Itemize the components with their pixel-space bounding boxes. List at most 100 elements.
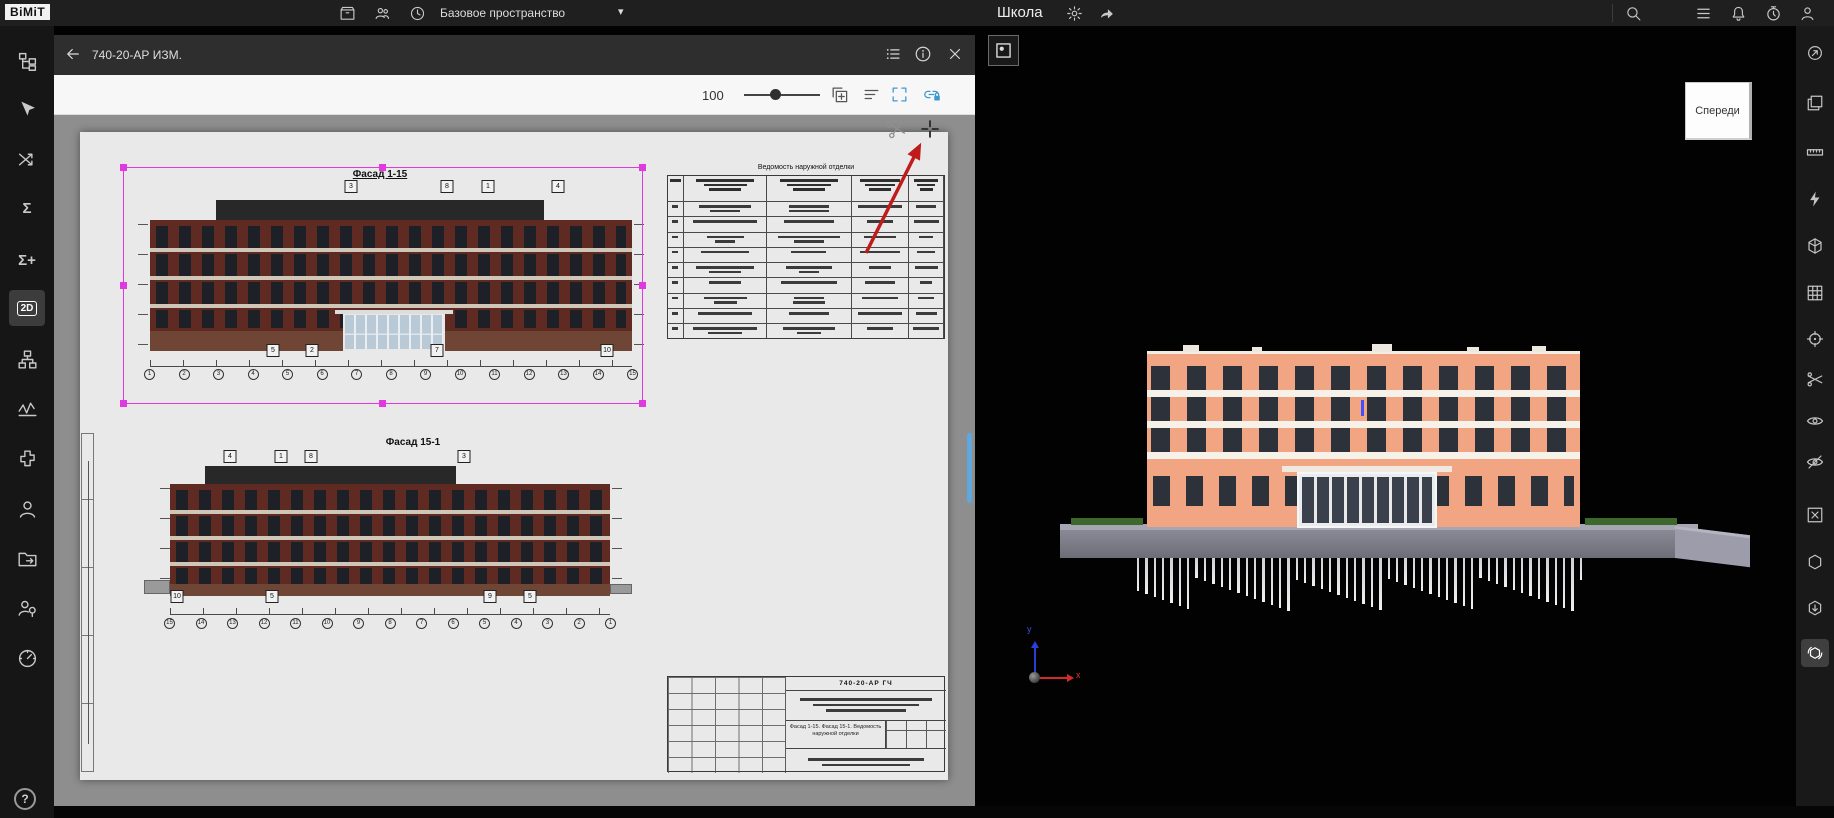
axis-bubble: 12 bbox=[524, 369, 535, 380]
facade-15-1-drawing[interactable] bbox=[170, 484, 610, 596]
back-arrow-icon[interactable] bbox=[64, 45, 84, 65]
selection-handle[interactable] bbox=[639, 164, 646, 171]
document-canvas[interactable]: Фасад 1-15 123456789101112131415 Ведомо bbox=[54, 115, 975, 808]
archive-icon[interactable] bbox=[337, 3, 357, 23]
view-cube-front-face[interactable]: Спереди bbox=[1685, 82, 1752, 140]
lightning-icon[interactable] bbox=[1801, 185, 1829, 213]
viewport-3d[interactable]: Спереди y x bbox=[975, 26, 1796, 818]
sheet-list-icon[interactable] bbox=[884, 45, 904, 65]
share-icon[interactable] bbox=[1096, 3, 1116, 23]
pile bbox=[1312, 558, 1314, 586]
add-overlay-icon[interactable] bbox=[830, 85, 850, 105]
title-block-code: 740-20-АР ГЧ bbox=[786, 677, 946, 691]
scissors-icon[interactable] bbox=[884, 117, 908, 141]
elevation-marks bbox=[160, 488, 170, 594]
tool-sum[interactable]: Σ bbox=[9, 190, 45, 226]
tool-model-tree[interactable] bbox=[9, 43, 45, 79]
finish-table[interactable]: Ведомость наружной отделки bbox=[667, 164, 945, 339]
orbit-icon[interactable] bbox=[1801, 39, 1829, 67]
selection-handle[interactable] bbox=[639, 282, 646, 289]
menu-list-icon[interactable] bbox=[1693, 3, 1713, 23]
tool-user[interactable] bbox=[9, 491, 45, 527]
section-cut-icon[interactable] bbox=[1801, 365, 1829, 393]
drawing-sheet[interactable]: Фасад 1-15 123456789101112131415 Ведомо bbox=[80, 132, 948, 780]
target-icon[interactable] bbox=[1801, 325, 1829, 353]
side-stamp-strip bbox=[81, 433, 94, 772]
cube-arrow-icon[interactable] bbox=[1801, 594, 1829, 622]
pile bbox=[1496, 558, 1498, 584]
tool-select-cursor[interactable] bbox=[9, 91, 45, 127]
export-folder-icon bbox=[17, 549, 38, 570]
pile bbox=[1371, 558, 1373, 607]
info-icon[interactable] bbox=[914, 45, 934, 65]
selection-handle[interactable] bbox=[120, 282, 127, 289]
foundation-slab-right[interactable] bbox=[1675, 526, 1750, 567]
window-row bbox=[1151, 366, 1576, 390]
tool-structure[interactable] bbox=[9, 341, 45, 377]
tool-series-chart[interactable] bbox=[9, 390, 45, 426]
zoom-slider[interactable] bbox=[744, 94, 820, 96]
history-icon[interactable] bbox=[407, 3, 427, 23]
fit-fullscreen-icon[interactable] bbox=[890, 85, 910, 105]
facade2-callout: 3 bbox=[458, 450, 471, 463]
capture-view-button[interactable] bbox=[988, 35, 1019, 66]
chevron-down-icon[interactable]: ▾ bbox=[618, 5, 624, 18]
tool-gauge[interactable] bbox=[9, 640, 45, 676]
cube-rotate-icon[interactable] bbox=[1801, 639, 1829, 667]
cube-outline-icon[interactable] bbox=[1801, 548, 1829, 576]
building-3d-model[interactable] bbox=[1147, 351, 1580, 527]
pile bbox=[1521, 558, 1523, 593]
document-title: 740-20-АР ИЗМ. bbox=[92, 48, 182, 62]
search-icon[interactable] bbox=[1623, 3, 1643, 23]
foundation-piles bbox=[1137, 558, 1589, 616]
finish-table-row bbox=[668, 202, 944, 217]
cube-3d-icon[interactable] bbox=[1801, 232, 1829, 260]
selection-handle[interactable] bbox=[120, 400, 127, 407]
roof-unit bbox=[1372, 344, 1392, 352]
eye-off-icon[interactable] bbox=[1801, 448, 1829, 476]
tool-export-folder[interactable] bbox=[9, 541, 45, 577]
settings-gear-icon[interactable] bbox=[1064, 3, 1084, 23]
notifications-bell-icon[interactable] bbox=[1728, 3, 1748, 23]
select-cursor-icon bbox=[17, 99, 38, 120]
layers-icon[interactable] bbox=[1801, 89, 1829, 117]
layers-lines-icon[interactable] bbox=[862, 85, 882, 105]
close-icon[interactable] bbox=[946, 45, 966, 65]
pile bbox=[1162, 558, 1164, 600]
ruler-icon[interactable] bbox=[1801, 138, 1829, 166]
tool-mode-2d[interactable]: 2D bbox=[9, 290, 45, 326]
workspace-selector[interactable]: Базовое пространство bbox=[440, 6, 565, 20]
finish-table-header bbox=[668, 176, 944, 202]
eye-icon[interactable] bbox=[1801, 407, 1829, 435]
grid-box-icon[interactable] bbox=[1801, 279, 1829, 307]
tool-user-location[interactable] bbox=[9, 590, 45, 626]
dimension-line bbox=[170, 608, 610, 615]
collaboration-icon[interactable] bbox=[372, 3, 392, 23]
facade2-title: Фасад 15-1 bbox=[363, 437, 463, 448]
title-block-signature-grid bbox=[668, 677, 786, 773]
account-icon[interactable] bbox=[1797, 3, 1817, 23]
timer-icon[interactable] bbox=[1763, 3, 1783, 23]
roof-unit bbox=[1183, 345, 1199, 352]
tool-plugins[interactable] bbox=[9, 441, 45, 477]
axis-bubble: 2 bbox=[574, 618, 585, 629]
selection-handle[interactable] bbox=[120, 164, 127, 171]
link-lock-icon[interactable] bbox=[922, 85, 942, 105]
entrance-glazing[interactable] bbox=[1297, 472, 1437, 528]
selection-handle[interactable] bbox=[379, 400, 386, 407]
axis-bubble: 3 bbox=[213, 369, 224, 380]
project-title: Школа bbox=[997, 4, 1043, 21]
sum-icon: Σ bbox=[22, 200, 31, 217]
frame-icon[interactable] bbox=[1801, 501, 1829, 529]
pile bbox=[1296, 558, 1298, 580]
document-scrollbar[interactable] bbox=[967, 433, 972, 503]
help-button[interactable]: ? bbox=[14, 788, 36, 810]
tool-sum-add[interactable]: Σ+ bbox=[9, 242, 45, 278]
tool-connections[interactable] bbox=[9, 141, 45, 177]
floor-band bbox=[170, 562, 610, 566]
foundation-slab-front[interactable] bbox=[1060, 530, 1698, 558]
axis-bubble: 14 bbox=[593, 369, 604, 380]
selection-handle[interactable] bbox=[639, 400, 646, 407]
zoom-slider-knob[interactable] bbox=[770, 89, 781, 100]
selection-handle[interactable] bbox=[379, 164, 386, 171]
